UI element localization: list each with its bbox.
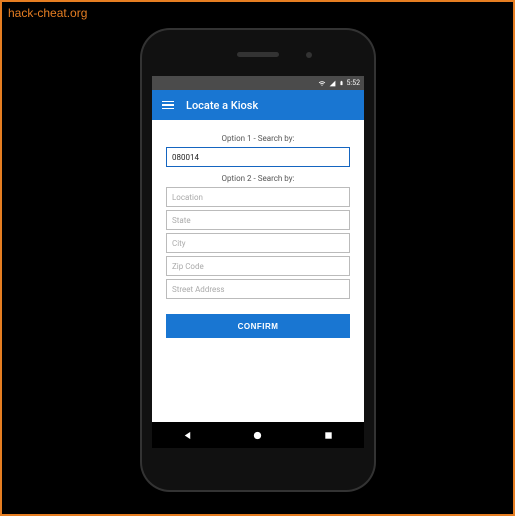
back-icon[interactable] [182, 430, 193, 441]
watermark-text: hack-cheat.org [8, 6, 87, 20]
street-field[interactable] [166, 279, 350, 299]
phone-frame: 5:52 Locate a Kiosk Option 1 - Search by… [142, 30, 374, 490]
signal-icon [329, 80, 336, 87]
phone-speaker [237, 52, 279, 57]
phone-camera [306, 52, 312, 58]
option1-label: Option 1 - Search by: [166, 134, 350, 143]
app-bar: Locate a Kiosk [152, 90, 364, 120]
wifi-icon [318, 80, 326, 87]
home-icon[interactable] [252, 430, 263, 441]
location-field[interactable] [166, 187, 350, 207]
menu-icon[interactable] [162, 101, 174, 110]
content-area: Option 1 - Search by: Option 2 - Search … [152, 120, 364, 422]
confirm-button[interactable]: CONFIRM [166, 314, 350, 338]
status-bar: 5:52 [152, 76, 364, 90]
search-input-option1[interactable] [166, 147, 350, 167]
phone-screen: 5:52 Locate a Kiosk Option 1 - Search by… [152, 76, 364, 448]
city-field[interactable] [166, 233, 350, 253]
android-nav-bar [152, 422, 364, 448]
recent-icon[interactable] [323, 430, 334, 441]
battery-icon [339, 79, 344, 87]
page-title: Locate a Kiosk [186, 99, 258, 112]
state-field[interactable] [166, 210, 350, 230]
zip-field[interactable] [166, 256, 350, 276]
status-time: 5:52 [347, 79, 361, 87]
option2-label: Option 2 - Search by: [166, 174, 350, 183]
